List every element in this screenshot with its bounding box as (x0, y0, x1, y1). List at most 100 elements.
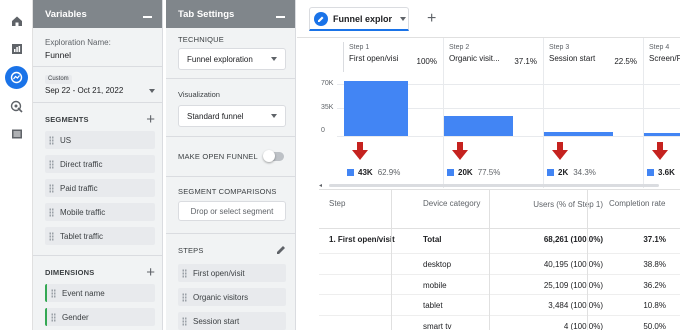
exploration-name-value[interactable]: Funnel (45, 50, 71, 60)
dropoff-arrow-icon (452, 141, 468, 160)
dimension-chip-gender[interactable]: Gender (45, 308, 155, 326)
funnel-bar[interactable] (544, 131, 613, 136)
divider (33, 102, 163, 103)
drag-handle-icon[interactable] (49, 207, 54, 217)
step-chip-session-start[interactable]: Session start (178, 312, 286, 330)
cell-device: Total (423, 235, 442, 244)
col-header-completion-rate[interactable]: Completion rate (609, 199, 665, 208)
drag-handle-icon[interactable] (49, 135, 54, 145)
divider (33, 255, 163, 256)
segment-drop-zone[interactable]: Drop or select segment (178, 201, 286, 221)
dropoff-swatch (347, 169, 354, 176)
col-header-device-category[interactable]: Device category (423, 199, 480, 208)
divider (33, 66, 163, 67)
drag-handle-icon[interactable] (49, 231, 54, 241)
table-row[interactable]: tablet 3,484 (100.0%) 10.8% (319, 295, 680, 316)
minimize-tab-settings-icon[interactable] (276, 16, 285, 18)
date-custom-badge: Custom (45, 75, 72, 84)
drag-handle-icon[interactable] (51, 312, 56, 322)
open-funnel-row: MAKE OPEN FUNNEL (178, 150, 284, 162)
chart-scrollbar[interactable]: ◂ (319, 182, 680, 189)
segment-label: Direct traffic (60, 159, 103, 169)
nav-rail (0, 0, 33, 330)
scroll-thumb[interactable] (329, 184, 659, 187)
tab-settings-header: Tab Settings (166, 0, 295, 28)
drag-handle-icon[interactable] (182, 268, 187, 278)
segment-chip-mobile-traffic[interactable]: Mobile traffic (45, 203, 155, 221)
drag-handle-icon[interactable] (49, 183, 54, 193)
dimension-label: Gender (62, 312, 89, 322)
cell-device: desktop (423, 260, 452, 269)
advertising-icon[interactable] (5, 95, 28, 118)
tab-menu-icon[interactable] (400, 16, 407, 21)
scroll-left-icon[interactable]: ◂ (319, 182, 322, 189)
y-tick-label: 70K (321, 80, 334, 87)
steps-section-header: STEPS (178, 245, 286, 255)
tab-bar: Funnel explor + (297, 0, 680, 38)
dropoff-label[interactable]: 20K 77.5% (447, 168, 500, 177)
technique-select[interactable]: Funnel exploration (178, 48, 286, 70)
dropdown-arrow-icon (271, 114, 277, 118)
reports-icon[interactable] (5, 37, 28, 60)
funnel-bar[interactable] (444, 115, 513, 136)
table-header: Step Device category Users (% of Step 1)… (319, 189, 680, 229)
open-funnel-toggle[interactable] (263, 150, 284, 162)
segments-list: US Direct traffic Paid traffic Mobile tr… (45, 131, 155, 251)
segment-chip-tablet-traffic[interactable]: Tablet traffic (45, 227, 155, 245)
col-header-step[interactable]: Step (329, 199, 345, 208)
add-dimension-icon[interactable]: + (146, 265, 155, 280)
col-header-users[interactable]: Users (% of Step 1) (507, 199, 603, 211)
dropoff-swatch (647, 169, 654, 176)
funnel-table: Step Device category Users (% of Step 1)… (319, 189, 680, 330)
funnel-bar[interactable] (344, 81, 408, 136)
table-row[interactable]: 1. First open/visit Total 68,261 (100.0%) 3… (319, 229, 680, 254)
cell-completion-rate: 36.2% (643, 280, 666, 290)
dropoff-arrow-icon (652, 141, 668, 160)
funnel-bar[interactable] (644, 133, 680, 136)
dropoff-label[interactable]: 3.6K (647, 168, 680, 177)
table-row[interactable]: smart tv 4 (100.0%) 50.0% (319, 316, 680, 330)
step-chip-first-open[interactable]: First open/visit (178, 264, 286, 282)
dropoff-swatch (547, 169, 554, 176)
step-chip-organic-visitors[interactable]: Organic visitors (178, 288, 286, 306)
table-row[interactable]: desktop 40,195 (100.0%) 38.8% (319, 254, 680, 275)
table-row[interactable]: mobile 25,109 (100.0%) 36.2% (319, 275, 680, 295)
step-header: Step 4 Screen/F (643, 42, 680, 72)
step-number: Step 4 (649, 44, 670, 51)
step-header: Step 3 Session start 22.5% (543, 42, 643, 72)
dimension-chip-event-name[interactable]: Event name (45, 284, 155, 302)
add-tab-icon[interactable]: + (427, 10, 436, 28)
dropoff-label[interactable]: 2K 34.3% (547, 168, 596, 177)
tab-funnel-exploration[interactable]: Funnel explor (309, 7, 409, 31)
configure-icon[interactable] (5, 122, 28, 145)
divider (166, 136, 296, 137)
divider (166, 233, 296, 234)
edit-steps-icon[interactable] (276, 245, 286, 255)
add-segment-icon[interactable]: + (146, 112, 155, 127)
dropoff-swatch (447, 169, 454, 176)
dropoff-count: 20K (458, 168, 473, 177)
explore-icon[interactable] (5, 66, 28, 89)
exploration-name-label: Exploration Name: (45, 38, 111, 47)
segment-chip-paid-traffic[interactable]: Paid traffic (45, 179, 155, 197)
drag-handle-icon[interactable] (182, 292, 187, 302)
segment-chip-us[interactable]: US (45, 131, 155, 149)
dropoff-label[interactable]: 43K 62.9% (347, 168, 400, 177)
dropoff-count: 43K (358, 168, 373, 177)
segment-label: Tablet traffic (60, 231, 103, 241)
home-icon[interactable] (5, 9, 28, 32)
date-range-picker[interactable]: Sep 22 - Oct 21, 2022 (45, 86, 155, 95)
dropoff-percent: 34.3% (573, 168, 596, 177)
dropoff-count: 3.6K (658, 168, 675, 177)
technique-value: Funnel exploration (187, 54, 253, 64)
drag-handle-icon[interactable] (51, 288, 56, 298)
drag-handle-icon[interactable] (49, 159, 54, 169)
step-separator (443, 38, 444, 188)
step-number: Step 3 (549, 44, 570, 51)
dropoff-count: 2K (558, 168, 569, 177)
minimize-variables-icon[interactable] (143, 16, 152, 18)
segment-chip-direct-traffic[interactable]: Direct traffic (45, 155, 155, 173)
drag-handle-icon[interactable] (182, 316, 187, 326)
visualization-select[interactable]: Standard funnel (178, 105, 286, 127)
open-funnel-label: MAKE OPEN FUNNEL (178, 152, 258, 161)
